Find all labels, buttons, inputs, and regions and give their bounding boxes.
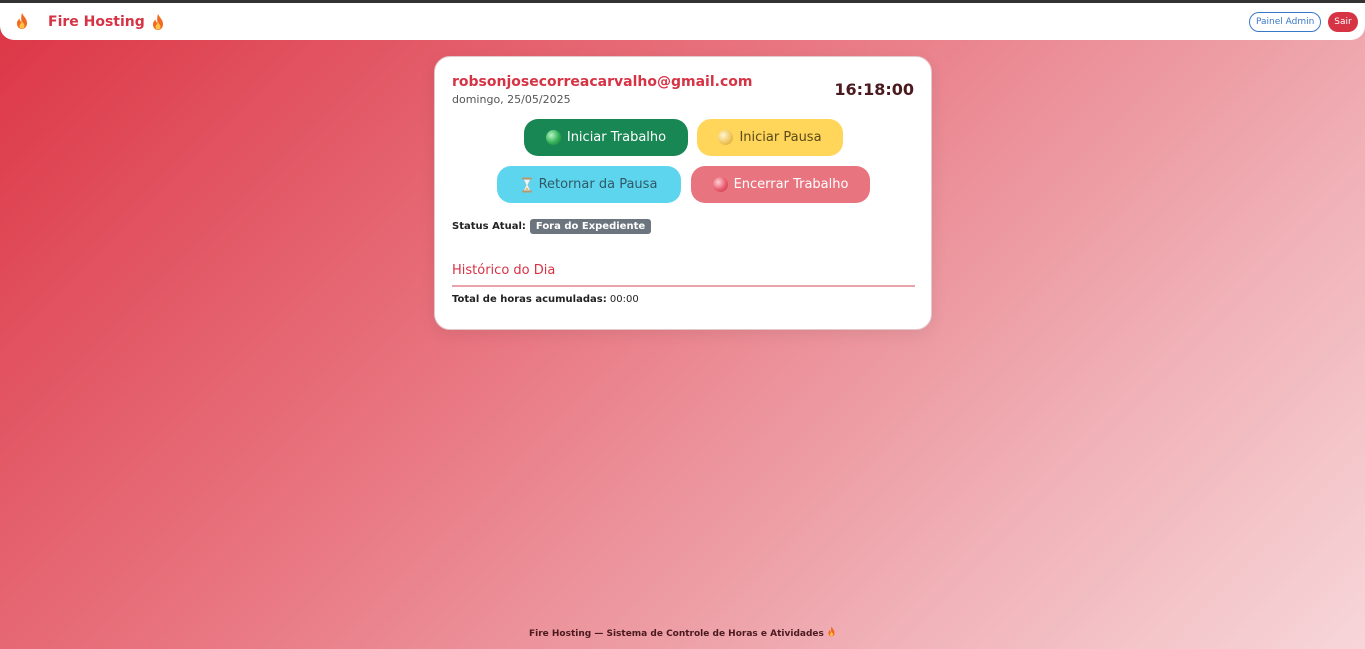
total-hours-value: 00:00 <box>609 294 639 305</box>
current-time: 16:18:00 <box>834 80 914 99</box>
current-date: domingo, 25/05/2025 <box>452 93 571 106</box>
user-email: robsonjosecorreacarvalho@gmail.com <box>452 74 753 90</box>
status-label: Status Atual: <box>452 221 526 232</box>
time-clock-card: robsonjosecorreacarvalho@gmail.com domin… <box>434 56 932 330</box>
return-pause-label: Retornar da Pausa <box>538 177 658 192</box>
hourglass-icon <box>521 177 532 192</box>
return-pause-button[interactable]: Retornar da Pausa <box>497 166 681 203</box>
start-work-label: Iniciar Trabalho <box>566 130 667 145</box>
history-divider <box>452 285 915 287</box>
admin-panel-button[interactable]: Painel Admin <box>1249 12 1322 32</box>
history-title: Histórico do Dia <box>452 263 556 278</box>
flame-icon <box>828 626 835 637</box>
total-hours-label: Total de horas acumuladas: <box>452 294 607 305</box>
brand-name: Fire Hosting <box>48 14 145 30</box>
end-work-button[interactable]: Encerrar Trabalho <box>691 166 870 203</box>
flame-icon <box>152 14 163 30</box>
status-row: Status Atual: Fora do Expediente <box>452 219 652 234</box>
start-pause-label: Iniciar Pausa <box>739 130 822 145</box>
brand[interactable]: Fire Hosting <box>48 13 165 31</box>
flame-icon <box>17 13 27 29</box>
yellow-circle-icon <box>718 130 734 145</box>
end-work-label: Encerrar Trabalho <box>733 177 849 192</box>
start-pause-button[interactable]: Iniciar Pausa <box>697 119 843 156</box>
start-work-button[interactable]: Iniciar Trabalho <box>524 119 688 156</box>
status-badge: Fora do Expediente <box>529 219 652 234</box>
red-circle-icon <box>712 177 728 192</box>
footer-text: Fire Hosting — Sistema de Controle de Ho… <box>528 629 824 639</box>
logout-button[interactable]: Sair <box>1328 12 1358 32</box>
green-circle-icon <box>545 130 561 145</box>
total-hours: Total de horas acumuladas: 00:00 <box>452 294 639 305</box>
navbar: Fire Hosting Painel Admin Sair <box>0 3 1365 40</box>
footer: Fire Hosting — Sistema de Controle de Ho… <box>0 626 1365 639</box>
